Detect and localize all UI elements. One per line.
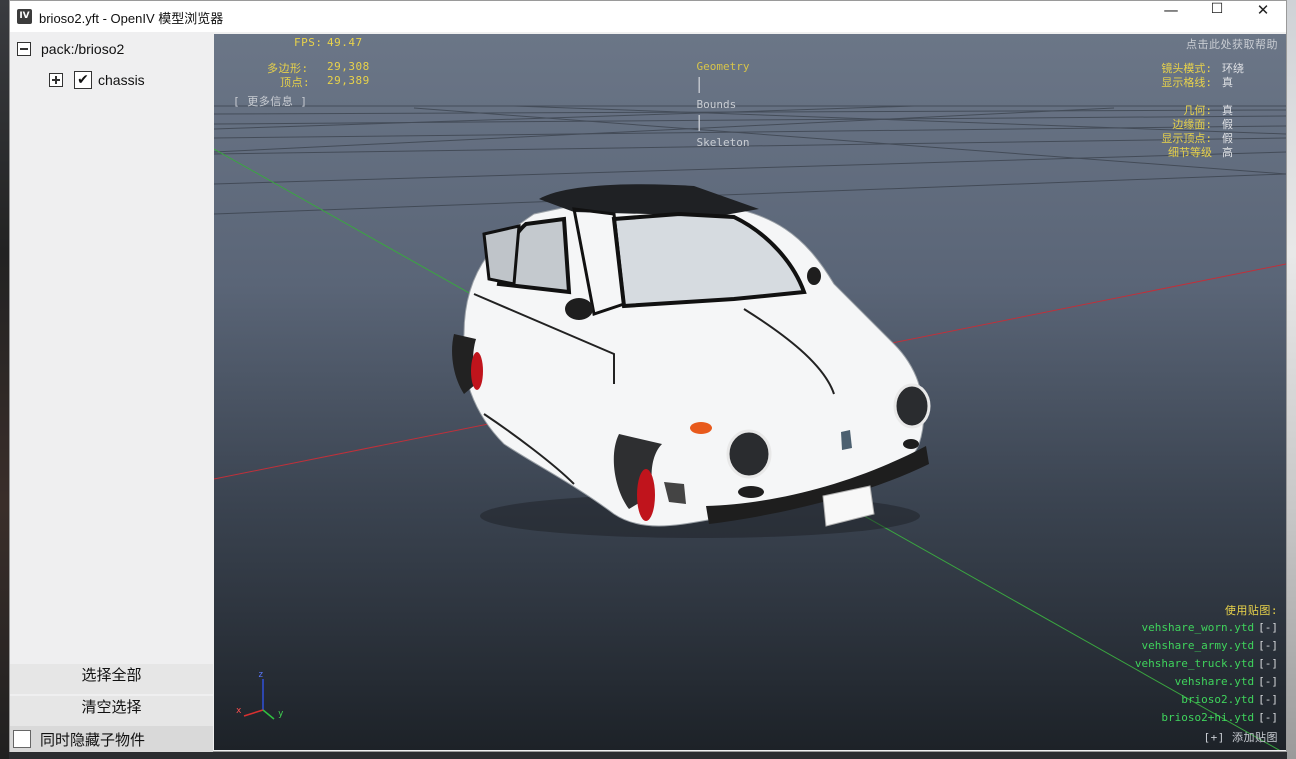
texture-item: vehshare.ytd [-] xyxy=(1175,675,1278,688)
clear-selection-button[interactable]: 清空选择 xyxy=(10,696,213,726)
chassis-checkbox[interactable]: ✔ xyxy=(74,71,92,89)
textures-title: 使用贴图: xyxy=(1224,604,1278,617)
show-grid-setting[interactable]: 显示格线: 真 xyxy=(1161,74,1250,90)
remove-texture-button[interactable]: [-] xyxy=(1258,711,1278,724)
openiv-app-icon: IV xyxy=(17,9,32,24)
help-link[interactable]: 点击此处获取帮助 xyxy=(1186,36,1278,52)
texture-item: vehshare_army.ytd [-] xyxy=(1142,639,1278,652)
texture-item: brioso2+hi.ytd [-] xyxy=(1161,711,1278,724)
texture-name[interactable]: vehshare_worn.ytd xyxy=(1142,621,1255,634)
maximize-button[interactable]: ☐ xyxy=(1194,1,1240,32)
openiv-model-viewer-window: IV brioso2.yft - OpenIV 模型浏览器 — ☐ ✕ pack… xyxy=(9,0,1287,752)
expand-icon[interactable] xyxy=(49,73,63,87)
texture-name[interactable]: vehshare.ytd xyxy=(1175,675,1254,688)
vertices-label: 顶点: xyxy=(280,76,311,89)
texture-name[interactable]: vehshare_army.ytd xyxy=(1142,639,1255,652)
3d-viewport[interactable]: FPS: 49.47 多边形: 29,308 顶点: 29,389 [ 更多信息… xyxy=(214,34,1286,750)
tab-skeleton[interactable]: Skeleton xyxy=(697,136,750,149)
hide-children-label: 同时隐藏子物件 xyxy=(40,730,146,749)
tab-separator: | xyxy=(696,112,702,131)
more-info-link[interactable]: [ 更多信息 ] xyxy=(233,93,308,109)
ground-grid xyxy=(214,105,1286,215)
tree-node-chassis[interactable]: ✔ chassis xyxy=(49,71,145,89)
remove-texture-button[interactable]: [-] xyxy=(1258,621,1278,634)
hide-children-checkbox[interactable] xyxy=(13,730,31,748)
lod-setting[interactable]: 细节等级高 xyxy=(1168,144,1250,160)
tree-node-root[interactable]: pack:/brioso2 xyxy=(17,41,124,57)
axis-z-label: z xyxy=(258,670,264,680)
polygons-value: 29,308 xyxy=(327,60,370,73)
desktop-edge-left xyxy=(0,0,9,759)
remove-texture-button[interactable]: [-] xyxy=(1258,639,1278,652)
show-grid-label: 显示格线: xyxy=(1161,76,1212,89)
title-bar[interactable]: IV brioso2.yft - OpenIV 模型浏览器 — ☐ ✕ xyxy=(10,1,1286,32)
texture-item: vehshare_truck.ytd [-] xyxy=(1135,657,1278,670)
remove-texture-button[interactable]: [-] xyxy=(1258,675,1278,688)
view-mode-tabs: Geometry | Bounds | Skeleton xyxy=(666,36,750,169)
hide-children-option[interactable]: 同时隐藏子物件 xyxy=(10,726,213,752)
axis-gizmo xyxy=(243,679,275,720)
vertices-value: 29,389 xyxy=(327,74,370,87)
texture-name[interactable]: brioso2+hi.ytd xyxy=(1161,711,1254,724)
tab-separator: | xyxy=(696,74,702,93)
lod-label: 细节等级 xyxy=(1168,146,1212,159)
collapse-icon[interactable] xyxy=(17,42,31,56)
axis-y-label: y xyxy=(278,709,284,719)
axis-x-label: x xyxy=(236,706,242,716)
tree-chassis-label: chassis xyxy=(98,72,145,88)
desktop-edge-right xyxy=(1287,0,1296,759)
add-texture-button[interactable]: [+] 添加贴图 xyxy=(1204,729,1279,745)
tree-root-label: pack:/brioso2 xyxy=(41,41,125,57)
remove-texture-button[interactable]: [-] xyxy=(1258,657,1278,670)
texture-item: brioso2.ytd [-] xyxy=(1181,693,1278,706)
close-button[interactable]: ✕ xyxy=(1240,1,1286,32)
model-tree-panel: pack:/brioso2 ✔ chassis 选择全部 清空选择 同时隐藏子物… xyxy=(10,32,213,752)
tab-geometry[interactable]: Geometry xyxy=(697,60,750,73)
scene-render xyxy=(214,105,1286,750)
tab-bounds[interactable]: Bounds xyxy=(697,98,737,111)
remove-texture-button[interactable]: [-] xyxy=(1258,693,1278,706)
lod-value: 高 xyxy=(1222,146,1233,159)
show-grid-value: 真 xyxy=(1222,76,1233,89)
fps-value: 49.47 xyxy=(327,36,363,49)
texture-item: vehshare_worn.ytd [-] xyxy=(1142,621,1278,634)
minimize-button[interactable]: — xyxy=(1148,1,1194,32)
select-all-button[interactable]: 选择全部 xyxy=(10,664,213,694)
window-title: brioso2.yft - OpenIV 模型浏览器 xyxy=(39,11,224,26)
car-model xyxy=(452,184,931,538)
texture-name[interactable]: brioso2.ytd xyxy=(1181,693,1254,706)
texture-name[interactable]: vehshare_truck.ytd xyxy=(1135,657,1254,670)
fps-label: FPS: xyxy=(294,36,323,49)
